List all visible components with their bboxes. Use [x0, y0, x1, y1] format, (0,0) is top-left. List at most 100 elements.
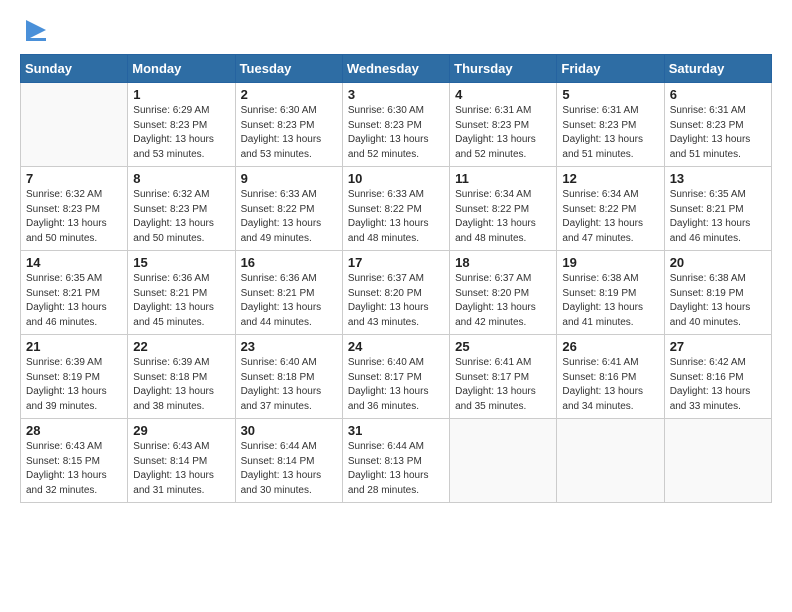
- calendar-cell: 2 Sunrise: 6:30 AM Sunset: 8:23 PM Daylig…: [235, 83, 342, 167]
- calendar-cell: 3 Sunrise: 6:30 AM Sunset: 8:23 PM Daylig…: [342, 83, 449, 167]
- day-info: Sunrise: 6:31 AM Sunset: 8:23 PM Dayligh…: [455, 104, 551, 162]
- weekday-header-sunday: Sunday: [21, 55, 128, 83]
- page-header: [20, 20, 772, 44]
- day-number: 21: [26, 339, 122, 354]
- weekday-header-saturday: Saturday: [664, 55, 771, 83]
- day-info: Sunrise: 6:30 AM Sunset: 8:23 PM Dayligh…: [348, 104, 444, 162]
- day-info: Sunrise: 6:36 AM Sunset: 8:21 PM Dayligh…: [133, 272, 229, 330]
- day-number: 14: [26, 255, 122, 270]
- day-number: 23: [241, 339, 337, 354]
- calendar-cell: 6 Sunrise: 6:31 AM Sunset: 8:23 PM Daylig…: [664, 83, 771, 167]
- day-info: Sunrise: 6:38 AM Sunset: 8:19 PM Dayligh…: [562, 272, 658, 330]
- day-info: Sunrise: 6:41 AM Sunset: 8:17 PM Dayligh…: [455, 356, 551, 414]
- day-number: 24: [348, 339, 444, 354]
- day-number: 28: [26, 423, 122, 438]
- calendar-cell: [450, 419, 557, 503]
- day-info: Sunrise: 6:31 AM Sunset: 8:23 PM Dayligh…: [562, 104, 658, 162]
- calendar-cell: 22 Sunrise: 6:39 AM Sunset: 8:18 PM Dayli…: [128, 335, 235, 419]
- day-number: 17: [348, 255, 444, 270]
- day-number: 6: [670, 87, 766, 102]
- day-info: Sunrise: 6:32 AM Sunset: 8:23 PM Dayligh…: [26, 188, 122, 246]
- day-number: 16: [241, 255, 337, 270]
- calendar-cell: 25Sunrise: 6:41 AM Sunset: 8:17 PM Dayli…: [450, 335, 557, 419]
- calendar-cell: 21Sunrise: 6:39 AM Sunset: 8:19 PM Dayli…: [21, 335, 128, 419]
- day-number: 30: [241, 423, 337, 438]
- calendar-cell: 9Sunrise: 6:33 AM Sunset: 8:22 PM Daylig…: [235, 167, 342, 251]
- day-number: 9: [241, 171, 337, 186]
- day-info: Sunrise: 6:33 AM Sunset: 8:22 PM Dayligh…: [348, 188, 444, 246]
- calendar-week-4: 21Sunrise: 6:39 AM Sunset: 8:19 PM Dayli…: [21, 335, 772, 419]
- day-number: 26: [562, 339, 658, 354]
- calendar-cell: 29 Sunrise: 6:43 AM Sunset: 8:14 PM Dayli…: [128, 419, 235, 503]
- calendar-week-2: 7 Sunrise: 6:32 AM Sunset: 8:23 PM Daylig…: [21, 167, 772, 251]
- calendar-cell: 4 Sunrise: 6:31 AM Sunset: 8:23 PM Daylig…: [450, 83, 557, 167]
- day-info: Sunrise: 6:36 AM Sunset: 8:21 PM Dayligh…: [241, 272, 337, 330]
- calendar-cell: 13 Sunrise: 6:35 AM Sunset: 8:21 PM Dayli…: [664, 167, 771, 251]
- day-info: Sunrise: 6:44 AM Sunset: 8:13 PM Dayligh…: [348, 440, 444, 498]
- day-number: 29: [133, 423, 229, 438]
- weekday-header-monday: Monday: [128, 55, 235, 83]
- calendar-cell: 31 Sunrise: 6:44 AM Sunset: 8:13 PM Dayli…: [342, 419, 449, 503]
- day-number: 15: [133, 255, 229, 270]
- day-number: 8: [133, 171, 229, 186]
- day-info: Sunrise: 6:34 AM Sunset: 8:22 PM Dayligh…: [455, 188, 551, 246]
- calendar-cell: 11 Sunrise: 6:34 AM Sunset: 8:22 PM Dayli…: [450, 167, 557, 251]
- day-info: Sunrise: 6:31 AM Sunset: 8:23 PM Dayligh…: [670, 104, 766, 162]
- calendar-cell: 18 Sunrise: 6:37 AM Sunset: 8:20 PM Dayli…: [450, 251, 557, 335]
- calendar-cell: 10 Sunrise: 6:33 AM Sunset: 8:22 PM Dayli…: [342, 167, 449, 251]
- calendar-cell: 19 Sunrise: 6:38 AM Sunset: 8:19 PM Dayli…: [557, 251, 664, 335]
- day-info: Sunrise: 6:43 AM Sunset: 8:14 PM Dayligh…: [133, 440, 229, 498]
- day-number: 5: [562, 87, 658, 102]
- calendar-cell: 15 Sunrise: 6:36 AM Sunset: 8:21 PM Dayli…: [128, 251, 235, 335]
- calendar-cell: 20 Sunrise: 6:38 AM Sunset: 8:19 PM Dayli…: [664, 251, 771, 335]
- weekday-header-wednesday: Wednesday: [342, 55, 449, 83]
- day-number: 2: [241, 87, 337, 102]
- calendar-cell: [664, 419, 771, 503]
- calendar-cell: 24 Sunrise: 6:40 AM Sunset: 8:17 PM Dayli…: [342, 335, 449, 419]
- day-number: 3: [348, 87, 444, 102]
- day-info: Sunrise: 6:37 AM Sunset: 8:20 PM Dayligh…: [455, 272, 551, 330]
- calendar-cell: 14 Sunrise: 6:35 AM Sunset: 8:21 PM Dayli…: [21, 251, 128, 335]
- day-number: 22: [133, 339, 229, 354]
- logo-arrow-icon: [22, 16, 50, 44]
- calendar-cell: 27Sunrise: 6:42 AM Sunset: 8:16 PM Dayli…: [664, 335, 771, 419]
- day-number: 11: [455, 171, 551, 186]
- day-info: Sunrise: 6:44 AM Sunset: 8:14 PM Dayligh…: [241, 440, 337, 498]
- calendar-cell: 26Sunrise: 6:41 AM Sunset: 8:16 PM Dayli…: [557, 335, 664, 419]
- day-number: 10: [348, 171, 444, 186]
- calendar-cell: [21, 83, 128, 167]
- calendar-cell: 23 Sunrise: 6:40 AM Sunset: 8:18 PM Dayli…: [235, 335, 342, 419]
- day-info: Sunrise: 6:40 AM Sunset: 8:18 PM Dayligh…: [241, 356, 337, 414]
- day-number: 18: [455, 255, 551, 270]
- calendar-week-3: 14 Sunrise: 6:35 AM Sunset: 8:21 PM Dayli…: [21, 251, 772, 335]
- day-info: Sunrise: 6:37 AM Sunset: 8:20 PM Dayligh…: [348, 272, 444, 330]
- day-number: 1: [133, 87, 229, 102]
- calendar-cell: 30 Sunrise: 6:44 AM Sunset: 8:14 PM Dayli…: [235, 419, 342, 503]
- calendar-header-row: SundayMondayTuesdayWednesdayThursdayFrid…: [21, 55, 772, 83]
- day-number: 19: [562, 255, 658, 270]
- day-number: 12: [562, 171, 658, 186]
- day-number: 31: [348, 423, 444, 438]
- day-info: Sunrise: 6:40 AM Sunset: 8:17 PM Dayligh…: [348, 356, 444, 414]
- day-number: 13: [670, 171, 766, 186]
- weekday-header-tuesday: Tuesday: [235, 55, 342, 83]
- weekday-header-friday: Friday: [557, 55, 664, 83]
- calendar-cell: [557, 419, 664, 503]
- day-info: Sunrise: 6:35 AM Sunset: 8:21 PM Dayligh…: [26, 272, 122, 330]
- calendar-cell: 7 Sunrise: 6:32 AM Sunset: 8:23 PM Daylig…: [21, 167, 128, 251]
- day-number: 4: [455, 87, 551, 102]
- calendar-cell: 1 Sunrise: 6:29 AM Sunset: 8:23 PM Daylig…: [128, 83, 235, 167]
- day-info: Sunrise: 6:38 AM Sunset: 8:19 PM Dayligh…: [670, 272, 766, 330]
- day-info: Sunrise: 6:30 AM Sunset: 8:23 PM Dayligh…: [241, 104, 337, 162]
- day-info: Sunrise: 6:32 AM Sunset: 8:23 PM Dayligh…: [133, 188, 229, 246]
- calendar-table: SundayMondayTuesdayWednesdayThursdayFrid…: [20, 54, 772, 503]
- day-number: 20: [670, 255, 766, 270]
- logo: [20, 20, 50, 44]
- calendar-cell: 28 Sunrise: 6:43 AM Sunset: 8:15 PM Dayli…: [21, 419, 128, 503]
- day-info: Sunrise: 6:29 AM Sunset: 8:23 PM Dayligh…: [133, 104, 229, 162]
- day-info: Sunrise: 6:39 AM Sunset: 8:18 PM Dayligh…: [133, 356, 229, 414]
- day-info: Sunrise: 6:34 AM Sunset: 8:22 PM Dayligh…: [562, 188, 658, 246]
- day-number: 7: [26, 171, 122, 186]
- day-info: Sunrise: 6:35 AM Sunset: 8:21 PM Dayligh…: [670, 188, 766, 246]
- day-info: Sunrise: 6:43 AM Sunset: 8:15 PM Dayligh…: [26, 440, 122, 498]
